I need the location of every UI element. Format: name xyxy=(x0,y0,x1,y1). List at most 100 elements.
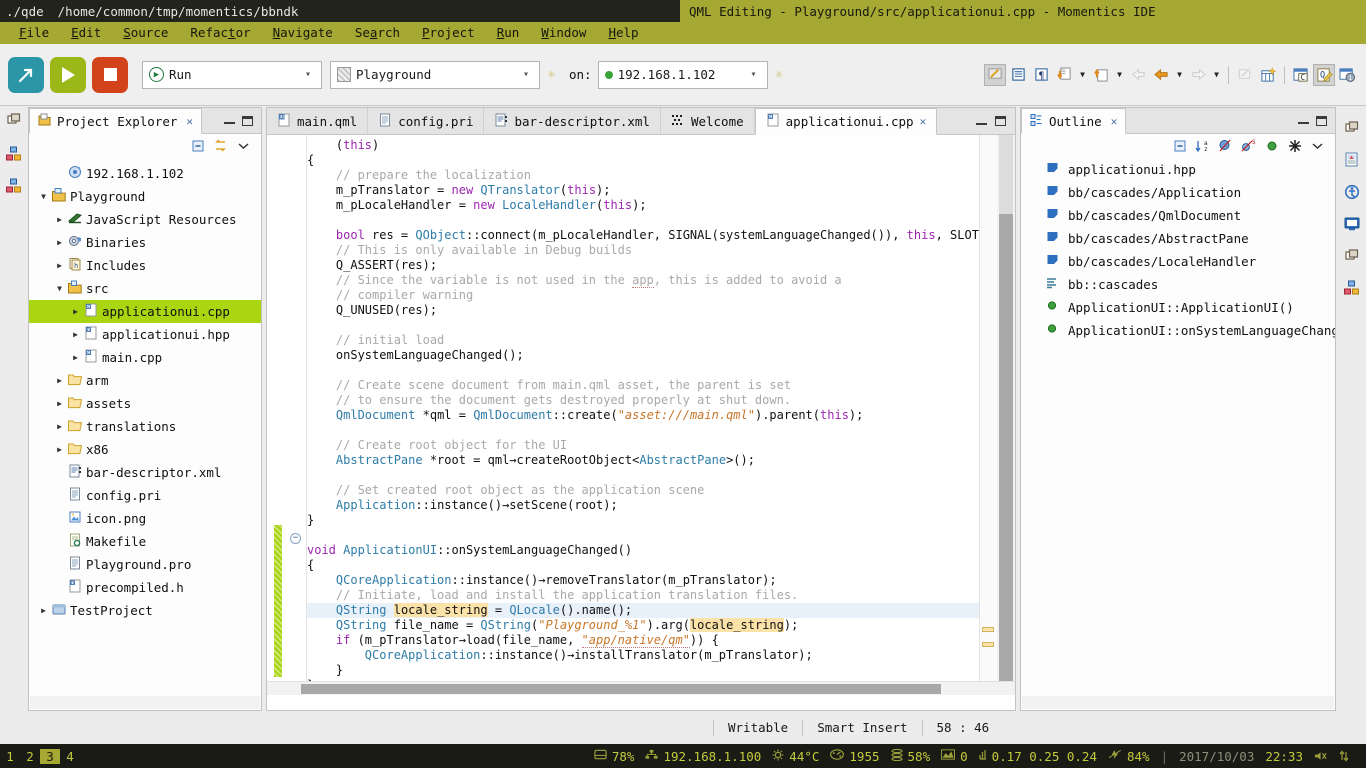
vscrollbar-thumb[interactable] xyxy=(999,214,1013,684)
minimize-icon[interactable] xyxy=(1298,121,1309,124)
chevron-down-icon[interactable]: ▾ xyxy=(745,69,763,80)
outline-item[interactable]: ApplicationUI::onSystemLanguageChanged xyxy=(1021,319,1335,342)
project-tree[interactable]: 192.168.1.102 ▼ Playground ▶ JavaScript Reso… xyxy=(29,158,261,706)
run-icon[interactable] xyxy=(50,56,86,93)
link-with-editor-icon[interactable] xyxy=(213,139,228,154)
accessibility-view-icon[interactable] xyxy=(1338,179,1366,205)
maximize-icon[interactable] xyxy=(1316,115,1327,126)
tree-item-main-cpp[interactable]: ▶ c main.cpp xyxy=(29,346,261,369)
tree-item-playground-pro[interactable]: Playground.pro xyxy=(29,553,261,576)
previous-annotation-dropdown-icon[interactable]: ▼ xyxy=(1113,70,1126,79)
chevron-down-icon[interactable]: ▾ xyxy=(517,69,535,80)
chevron-right-icon[interactable]: ▶ xyxy=(53,261,66,270)
stop-icon[interactable] xyxy=(92,56,128,93)
outline-item[interactable]: bb/cascades/QmlDocument xyxy=(1021,204,1335,227)
launch-mode-combo[interactable]: ▶ Run ▾ xyxy=(142,60,322,89)
vscrollbar-track-top[interactable] xyxy=(999,135,1013,214)
collapse-all-icon[interactable] xyxy=(190,139,205,154)
chevron-right-icon[interactable]: ▶ xyxy=(53,399,66,408)
editor-hscrollbar[interactable] xyxy=(267,681,1015,695)
open-qml-perspective-icon[interactable]: Q xyxy=(1313,63,1335,86)
editor-tab-applicationui-cpp[interactable]: c applicationui.cpp ✕ xyxy=(754,108,938,135)
outline-hscrollbar[interactable] xyxy=(1022,696,1334,709)
close-icon[interactable]: ✕ xyxy=(1111,115,1118,128)
hide-fields-icon[interactable] xyxy=(1218,139,1233,154)
tab-project-explorer[interactable]: Project Explorer ✕ xyxy=(29,108,203,134)
tree-item-config-pri[interactable]: config.pri xyxy=(29,484,261,507)
tree-item-applicationui-cpp[interactable]: ▶ c applicationui.cpp xyxy=(29,300,261,323)
problems-view-icon[interactable] xyxy=(1338,147,1366,173)
outline-item[interactable]: bb/cascades/Application xyxy=(1021,181,1335,204)
view-menu-icon[interactable] xyxy=(236,139,251,154)
tree-item-javascript-resources[interactable]: ▶ JavaScript Resources xyxy=(29,208,261,231)
overview-marker[interactable] xyxy=(982,642,994,647)
menu-item-project[interactable]: Project xyxy=(411,22,486,44)
last-edit-location-icon[interactable] xyxy=(1127,64,1149,86)
tree-item-192-168-1-102[interactable]: 192.168.1.102 xyxy=(29,162,261,185)
back-history-dropdown-icon[interactable]: ▼ xyxy=(1173,70,1186,79)
editor-vscrollbar[interactable] xyxy=(997,135,1015,695)
previous-annotation-icon[interactable] xyxy=(1090,64,1112,86)
hide-static-icon[interactable]: S xyxy=(1241,139,1256,154)
overview-ruler[interactable] xyxy=(979,135,997,695)
editor-tab-welcome[interactable]: Welcome xyxy=(661,108,755,134)
block-selection-icon[interactable] xyxy=(1007,64,1029,86)
close-icon[interactable]: ✕ xyxy=(186,115,193,128)
pin-editor-icon[interactable] xyxy=(1234,64,1256,86)
hide-nonpublic-icon[interactable] xyxy=(1264,139,1279,154)
maximize-icon[interactable] xyxy=(995,116,1006,126)
tree-item-src[interactable]: ▼ src xyxy=(29,277,261,300)
forward-history-dropdown-icon[interactable]: ▼ xyxy=(1210,70,1223,79)
workspace-2[interactable]: 2 xyxy=(20,749,40,764)
restore-view-icon[interactable] xyxy=(1338,115,1366,141)
minimize-icon[interactable] xyxy=(224,121,235,124)
project-settings-gear-icon[interactable]: ✳ xyxy=(544,67,559,82)
hscrollbar-thumb[interactable] xyxy=(301,684,941,694)
new-qml-file-icon[interactable] xyxy=(1257,64,1279,86)
forward-history-icon[interactable] xyxy=(1187,64,1209,86)
tree-item-makefile[interactable]: Makefile xyxy=(29,530,261,553)
maximize-icon[interactable] xyxy=(242,115,253,126)
chevron-right-icon[interactable]: ▶ xyxy=(53,376,66,385)
tree-item-x86[interactable]: ▶ x86 xyxy=(29,438,261,461)
tree-item-testproject[interactable]: ▶ TestProject xyxy=(29,599,261,622)
chevron-right-icon[interactable]: ▶ xyxy=(53,238,66,247)
tree-item-bar-descriptor-xml[interactable]: bar-descriptor.xml xyxy=(29,461,261,484)
target-settings-gear-icon[interactable]: ✳ xyxy=(772,67,787,82)
outline-list[interactable]: applicationui.hpp bb/cascades/Application… xyxy=(1021,158,1335,342)
restore-perspective-icon[interactable] xyxy=(0,107,28,133)
palette-view-icon[interactable] xyxy=(1338,275,1366,301)
mute-icon[interactable] xyxy=(1314,750,1328,762)
chevron-right-icon[interactable]: ▶ xyxy=(69,353,82,362)
menu-item-file[interactable]: FFileile xyxy=(8,22,60,44)
tree-item-playground[interactable]: ▼ Playground xyxy=(29,185,261,208)
chevron-right-icon[interactable]: ▶ xyxy=(37,606,50,615)
workspace-4[interactable]: 4 xyxy=(60,749,80,764)
outline-item[interactable]: bb/cascades/LocaleHandler xyxy=(1021,250,1335,273)
next-annotation-dropdown-icon[interactable]: ▼ xyxy=(1076,70,1089,79)
tree-item-includes[interactable]: ▶ h Includes xyxy=(29,254,261,277)
outline-item[interactable]: bb::cascades xyxy=(1021,273,1335,296)
chevron-right-icon[interactable]: ▶ xyxy=(69,330,82,339)
target-combo[interactable]: 192.168.1.102 ▾ xyxy=(597,60,768,89)
outline-item[interactable]: bb/cascades/AbstractPane xyxy=(1021,227,1335,250)
editor-tab-config-pri[interactable]: config.pri xyxy=(368,108,485,134)
workspace-list[interactable]: 1234 xyxy=(0,748,80,764)
tree-item-translations[interactable]: ▶ translations xyxy=(29,415,261,438)
open-info-perspective-icon[interactable]: i xyxy=(1336,64,1358,86)
tree-item-assets[interactable]: ▶ assets xyxy=(29,392,261,415)
fold-collapse-icon[interactable]: − xyxy=(290,533,301,544)
toggle-comment-icon[interactable] xyxy=(984,63,1006,86)
tree-item-precompiled-h[interactable]: h precompiled.h xyxy=(29,576,261,599)
c-cpp-perspective-icon[interactable] xyxy=(0,141,28,167)
chevron-right-icon[interactable]: ▶ xyxy=(69,307,82,316)
chevron-right-icon[interactable]: ▶ xyxy=(53,422,66,431)
back-history-icon[interactable] xyxy=(1150,64,1172,86)
project-explorer-hscrollbar[interactable] xyxy=(30,696,260,709)
new-icon[interactable] xyxy=(8,56,44,93)
code-area[interactable]: − (this){ // prepare the localization m_… xyxy=(267,135,1015,695)
open-c-perspective-icon[interactable]: C xyxy=(1290,64,1312,86)
menu-item-run[interactable]: Run xyxy=(486,22,531,44)
tab-outline[interactable]: Outline ✕ xyxy=(1021,108,1127,134)
menu-item-edit[interactable]: Edit xyxy=(60,22,112,44)
